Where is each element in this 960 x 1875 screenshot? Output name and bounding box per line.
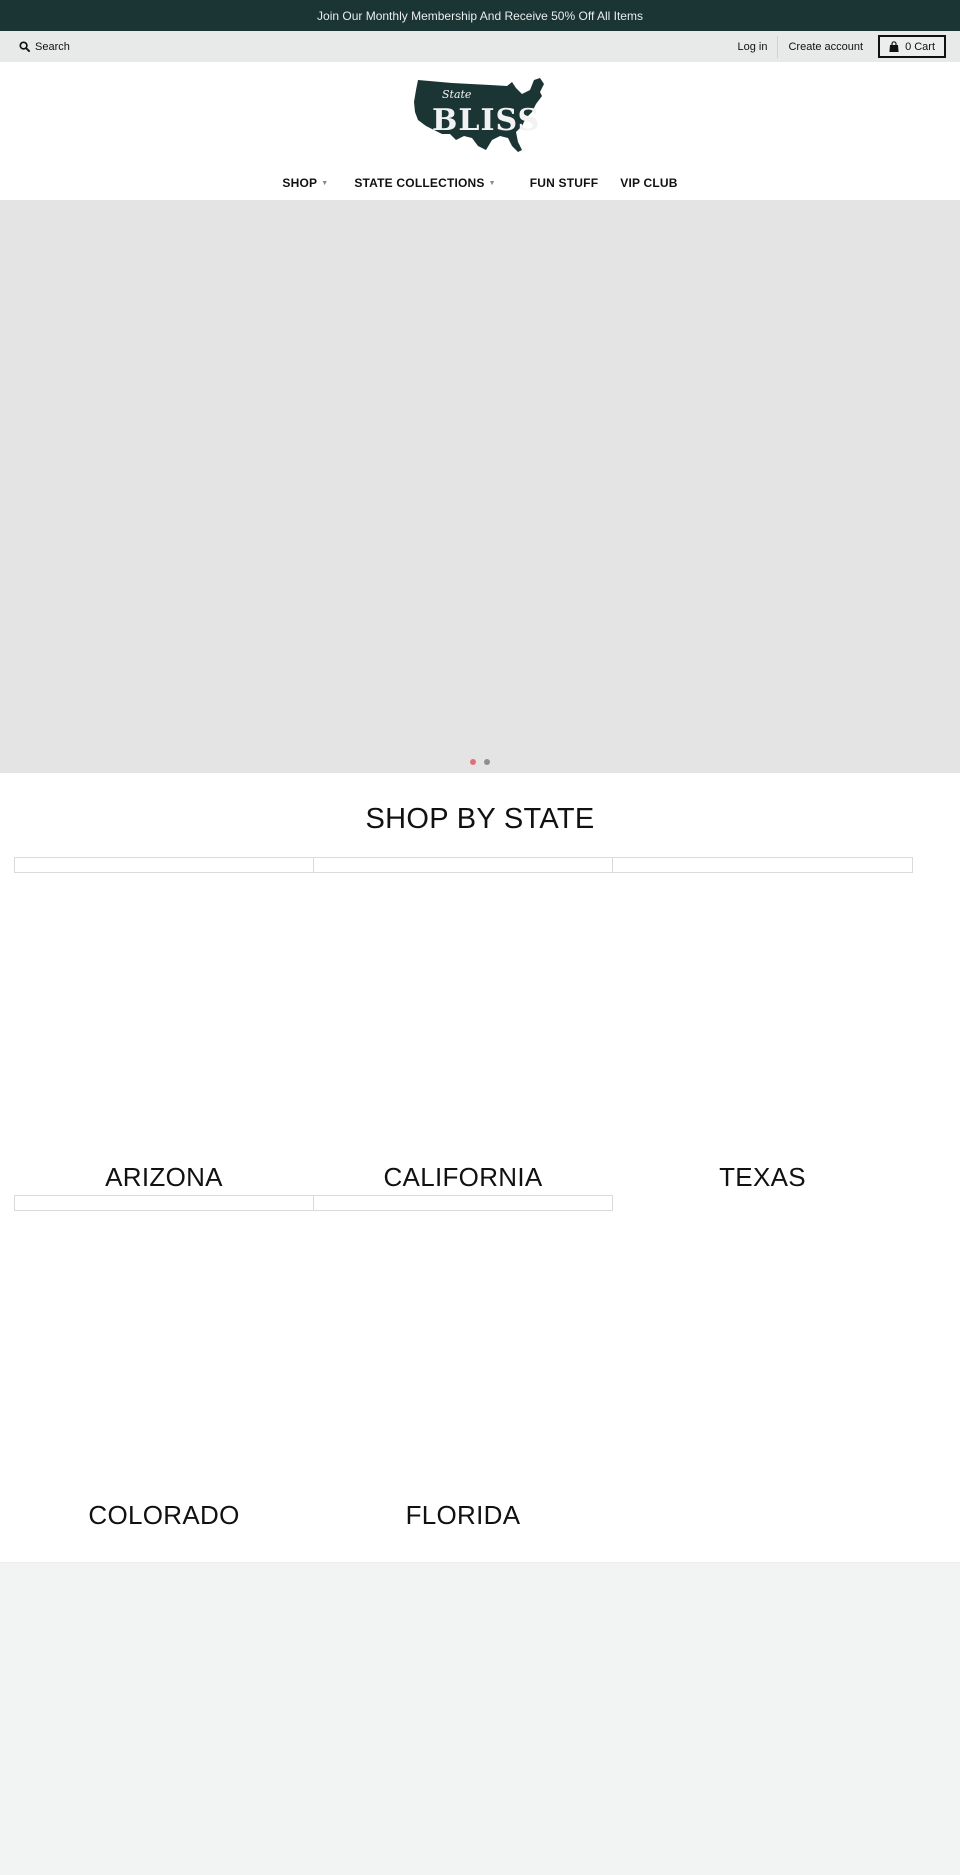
logo-text-state: State [442,88,472,101]
state-image-placeholder [14,1195,314,1211]
search-icon [19,41,30,52]
nav-label: VIP CLUB [620,176,678,190]
state-card-arizona[interactable]: ARIZONA [14,857,314,1197]
state-label: FLORIDA [405,1500,521,1530]
logo-area: State BLISS [0,62,960,162]
state-card-texas[interactable]: TEXAS [612,857,913,1197]
slideshow-pagination [0,756,960,770]
section-title-shop-by-state: SHOP BY STATE [365,803,595,835]
slide-dot[interactable] [484,759,490,765]
state-bliss-logo[interactable]: State BLISS [412,74,548,154]
nav-item-vip-club[interactable]: VIP CLUB [609,176,688,190]
slide-dot-active[interactable] [470,759,476,765]
nav-label: FUN STUFF [529,176,599,190]
state-image-placeholder [313,1195,613,1211]
cart-count: 0 [905,40,912,53]
search-label: Search [35,40,70,53]
nav-item-state-collections[interactable]: STATE COLLECTIONS ▼ [343,176,506,190]
chevron-down-icon: ▼ [488,180,496,187]
nav-label: STATE COLLECTIONS [354,176,485,190]
state-card-colorado[interactable]: COLORADO [14,1195,314,1535]
cart-button[interactable]: 0 Cart [878,35,946,58]
logo-text-bliss: BLISS [432,103,540,138]
state-image-placeholder [14,857,314,873]
state-card-florida[interactable]: FLORIDA [313,1195,613,1535]
login-link[interactable]: Log in [728,36,778,58]
hero-slideshow[interactable] [0,200,960,773]
nav-item-fun-stuff[interactable]: FUN STUFF [519,176,609,190]
cart-label: Cart [914,40,935,53]
nav-item-shop[interactable]: SHOP ▼ [271,176,339,190]
chevron-down-icon: ▼ [321,180,329,187]
state-image-placeholder [612,857,913,873]
create-account-link[interactable]: Create account [778,36,873,58]
announcement-text: Join Our Monthly Membership And Receive … [317,8,643,23]
state-image-placeholder [313,857,613,873]
footer [0,1562,960,1875]
search-link[interactable]: Search [19,31,70,62]
nav-label: SHOP [282,176,318,190]
announcement-bar: Join Our Monthly Membership And Receive … [0,0,960,31]
utility-bar: Search Log in Create account 0 Cart [0,31,960,62]
state-label: COLORADO [88,1500,240,1530]
main-navigation: SHOP ▼ STATE COLLECTIONS ▼ FUN STUFF VIP… [0,166,960,200]
state-label: ARIZONA [105,1162,223,1192]
state-card-california[interactable]: CALIFORNIA [313,857,613,1197]
account-links: Log in Create account 0 Cart [728,31,946,62]
state-label: TEXAS [719,1162,806,1192]
shopping-bag-icon [889,41,899,52]
state-label: CALIFORNIA [383,1162,543,1192]
